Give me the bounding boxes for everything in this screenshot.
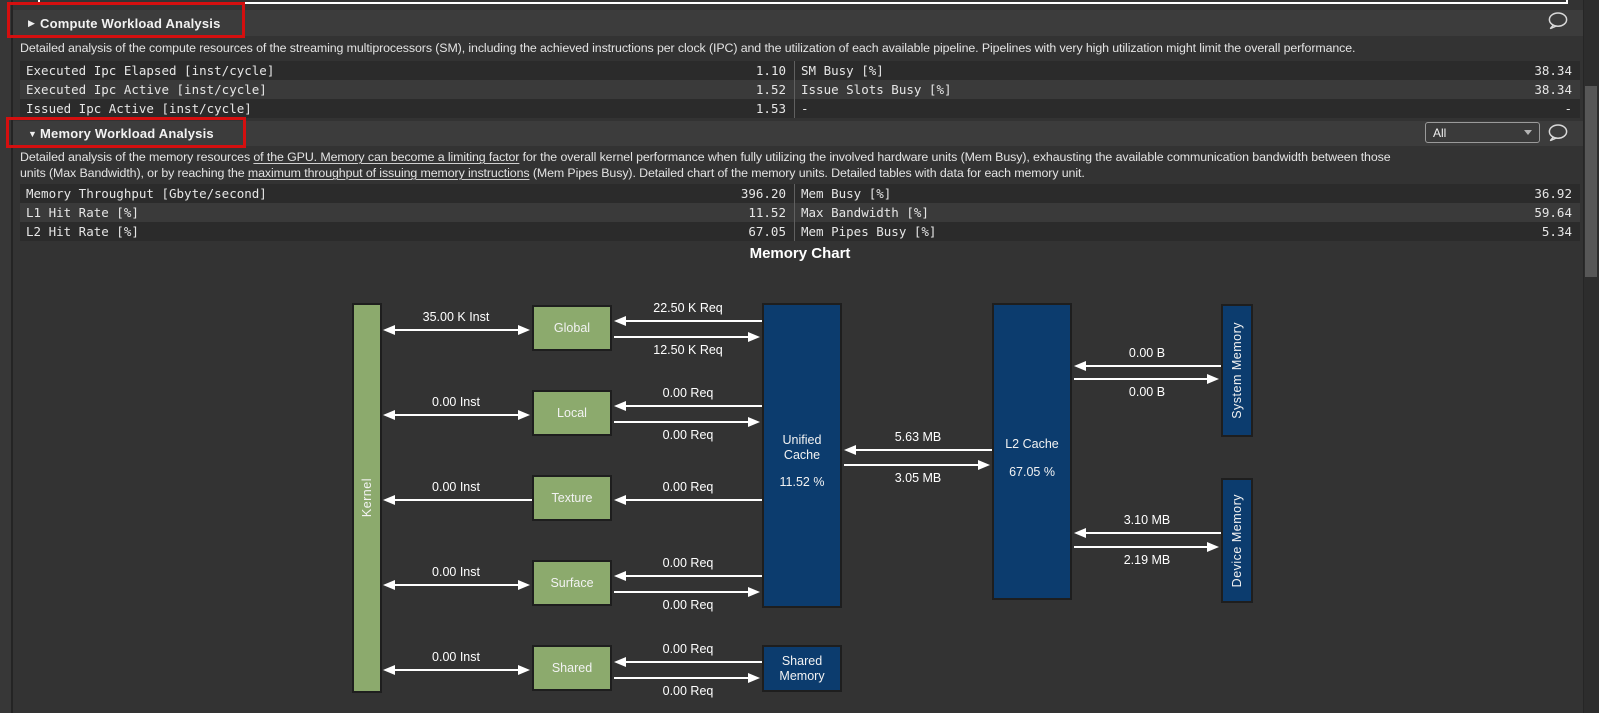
metric-name: L1 Hit Rate [%] (20, 203, 748, 222)
annotation-box-memory (6, 117, 246, 148)
table-row: Executed Ipc Active [inst/cycle]1.52Issu… (20, 80, 1580, 99)
edge-label-global-in: 22.50 K Req (653, 301, 723, 315)
node-shared-memory: Shared Memory (762, 645, 842, 692)
description-text: Detailed analysis of the memory resource… (20, 150, 253, 164)
metric-name: Issue Slots Busy [%] (795, 80, 1534, 99)
edge-label-kernel-global: 35.00 K Inst (423, 310, 490, 324)
node-device-memory-label: Device Memory (1230, 494, 1245, 587)
metric-value: 1.52 (756, 80, 794, 99)
node-kernel: Kernel (352, 303, 382, 693)
previous-section-border (38, 0, 1568, 4)
edge-label-local-out: 0.00 Req (663, 428, 714, 442)
edge-label-kernel-shared: 0.00 Inst (432, 650, 480, 664)
metric-name: Executed Ipc Active [inst/cycle] (20, 80, 756, 99)
edge-label-l2-devmem-out: 2.19 MB (1124, 553, 1171, 567)
node-shared-memory-label: Shared Memory (779, 654, 824, 684)
table-row: L2 Hit Rate [%]67.05Mem Pipes Busy [%]5.… (20, 222, 1580, 241)
edge-label-l2-devmem-in: 3.10 MB (1124, 513, 1171, 527)
metric-value: 11.52 (748, 203, 794, 222)
node-kernel-label: Kernel (360, 478, 375, 517)
node-local-label: Local (557, 406, 587, 421)
metric-table-memory: Memory Throughput [Gbyte/second]396.20Me… (20, 184, 1580, 241)
table-row: Memory Throughput [Gbyte/second]396.20Me… (20, 184, 1580, 203)
node-unified-cache-label: Unified Cache (764, 433, 840, 463)
comment-icon[interactable] (1547, 12, 1569, 30)
filter-dropdown-value: All (1433, 126, 1446, 140)
table-row: L1 Hit Rate [%]11.52Max Bandwidth [%]59.… (20, 203, 1580, 222)
node-texture-label: Texture (552, 491, 593, 506)
annotation-box-compute (7, 2, 245, 38)
node-surface: Surface (532, 560, 612, 606)
metric-value: 67.05 (748, 222, 794, 241)
description-text: units (Max Bandwidth), or by reaching th… (20, 166, 248, 180)
edge-label-surface-in: 0.00 Req (663, 556, 714, 570)
metric-name: Mem Pipes Busy [%] (795, 222, 1542, 241)
node-system-memory-label: System Memory (1230, 322, 1245, 419)
metric-name: SM Busy [%] (795, 61, 1534, 80)
edge-label-unified-l2-in: 5.63 MB (895, 430, 942, 444)
left-gutter (0, 0, 11, 713)
metric-value: 59.64 (1534, 203, 1580, 222)
node-l2-cache-value: 67.05 % (994, 465, 1070, 480)
metric-name: Memory Throughput [Gbyte/second] (20, 184, 741, 203)
node-unified-cache-value: 11.52 % (764, 475, 840, 490)
metric-value: 38.34 (1534, 61, 1580, 80)
description-text: for the overall kernel performance when … (519, 150, 1390, 164)
compute-description: Detailed analysis of the compute resourc… (20, 40, 1572, 56)
node-l2-cache-label: L2 Cache (994, 437, 1070, 452)
edge-label-texture-in: 0.00 Req (663, 480, 714, 494)
metric-name: Max Bandwidth [%] (795, 203, 1534, 222)
metric-value: 1.53 (756, 99, 794, 118)
node-texture: Texture (532, 475, 612, 521)
edge-label-l2-sysmem-in: 0.00 B (1129, 346, 1165, 360)
table-row: Executed Ipc Elapsed [inst/cycle]1.10SM … (20, 61, 1580, 80)
metric-value: 396.20 (741, 184, 794, 203)
metric-name: Issued Ipc Active [inst/cycle] (20, 99, 756, 118)
section-header-compute[interactable]: ▶ Compute Workload Analysis (13, 10, 1583, 36)
node-device-memory: Device Memory (1221, 478, 1253, 603)
edge-label-local-in: 0.00 Req (663, 386, 714, 400)
memory-chart-title: Memory Chart (750, 245, 851, 262)
description-text: (Mem Pipes Busy). Detailed chart of the … (529, 166, 1084, 180)
node-system-memory: System Memory (1221, 304, 1253, 437)
metric-value: - (1564, 99, 1580, 118)
edge-label-kernel-surface: 0.00 Inst (432, 565, 480, 579)
node-local: Local (532, 390, 612, 436)
memory-description: Detailed analysis of the memory resource… (20, 149, 1572, 181)
metric-name: L2 Hit Rate [%] (20, 222, 748, 241)
node-global: Global (532, 305, 612, 351)
node-global-label: Global (554, 321, 590, 336)
edge-label-global-out: 12.50 K Req (653, 343, 723, 357)
node-shared-label: Shared (552, 661, 592, 676)
dropdown-caret-icon (1524, 130, 1532, 135)
metric-value: 36.92 (1534, 184, 1580, 203)
metric-table-compute: Executed Ipc Elapsed [inst/cycle]1.10SM … (20, 61, 1580, 118)
node-shared: Shared (532, 645, 612, 691)
description-text: maximum throughput of issuing memory ins… (248, 166, 530, 180)
metric-value: 5.34 (1542, 222, 1580, 241)
metric-name: Executed Ipc Elapsed [inst/cycle] (20, 61, 756, 80)
node-surface-label: Surface (550, 576, 593, 591)
edge-label-kernel-local: 0.00 Inst (432, 395, 480, 409)
table-row: Issued Ipc Active [inst/cycle]1.53-- (20, 99, 1580, 118)
metric-value: 38.34 (1534, 80, 1580, 99)
section-header-memory[interactable]: ▼ Memory Workload Analysis (13, 121, 1583, 146)
metric-name: Mem Busy [%] (795, 184, 1534, 203)
edge-label-unified-l2-out: 3.05 MB (895, 471, 942, 485)
comment-icon[interactable] (1547, 124, 1569, 142)
edge-label-l2-sysmem-out: 0.00 B (1129, 385, 1165, 399)
left-gutter-divider (11, 0, 13, 713)
edge-label-surface-out: 0.00 Req (663, 598, 714, 612)
vertical-scrollbar-thumb[interactable] (1585, 86, 1597, 277)
metric-value: 1.10 (756, 61, 794, 80)
metric-name: - (795, 99, 1564, 118)
edge-label-shared-out: 0.00 Req (663, 684, 714, 698)
node-unified-cache: Unified Cache 11.52 % (762, 303, 842, 608)
filter-dropdown[interactable]: All (1425, 122, 1540, 143)
description-text: of the GPU. Memory can become a limiting… (253, 150, 519, 164)
edge-label-shared-in: 0.00 Req (663, 642, 714, 656)
edge-label-kernel-texture: 0.00 Inst (432, 480, 480, 494)
node-l2-cache: L2 Cache 67.05 % (992, 303, 1072, 600)
